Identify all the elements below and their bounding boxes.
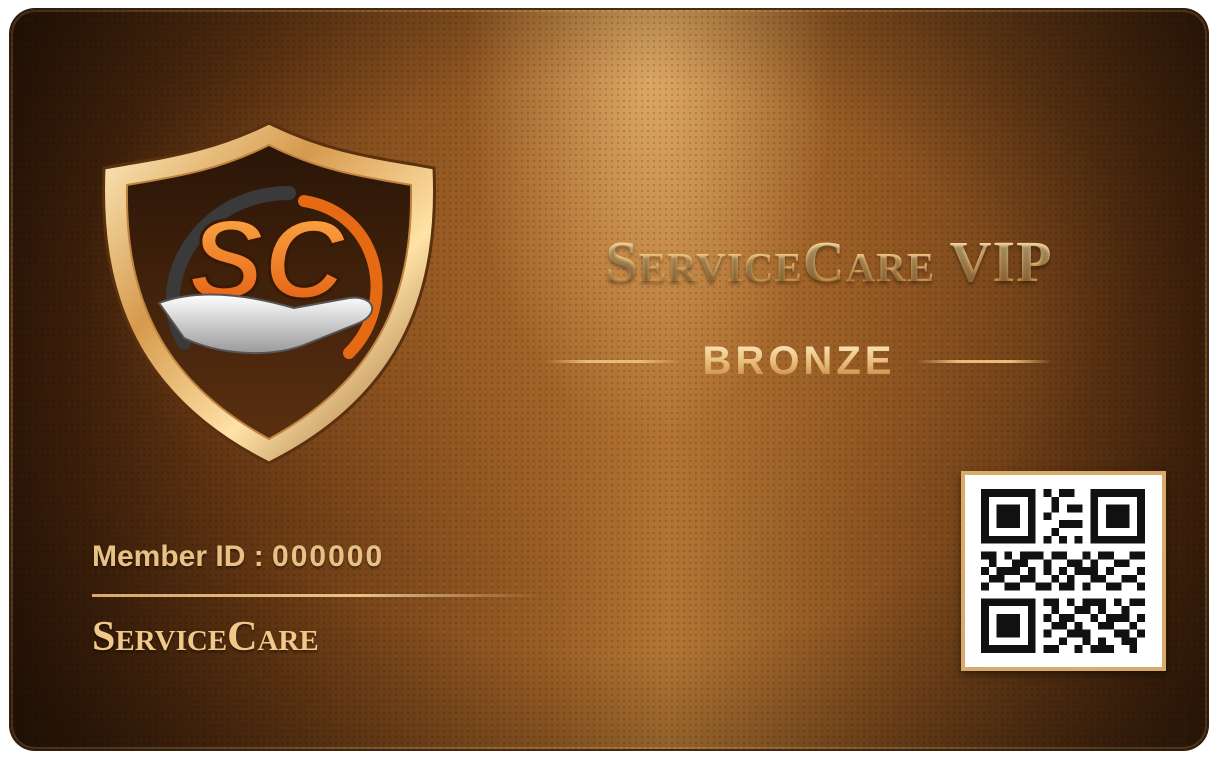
member-id-value: 000000 (272, 540, 385, 573)
issuer-name: ServiceCare (92, 614, 319, 660)
member-divider (92, 594, 542, 597)
tier-row: BRONZE (499, 336, 1099, 386)
tier-label: BRONZE (702, 338, 896, 383)
qr-code-frame (961, 471, 1166, 671)
member-id-label: Member ID : (92, 540, 273, 573)
shield-hand-logo-icon: SC (102, 121, 436, 465)
member-id-line: Member ID : 000000 (92, 540, 384, 574)
tier-rule-left (545, 359, 681, 363)
membership-card: SC ServiceCare VIP BRONZE Member ID : 00… (9, 8, 1209, 751)
brand-title: ServiceCare VIP (469, 228, 1189, 295)
tier-rule-right (917, 359, 1053, 363)
qr-code-icon (981, 489, 1145, 653)
